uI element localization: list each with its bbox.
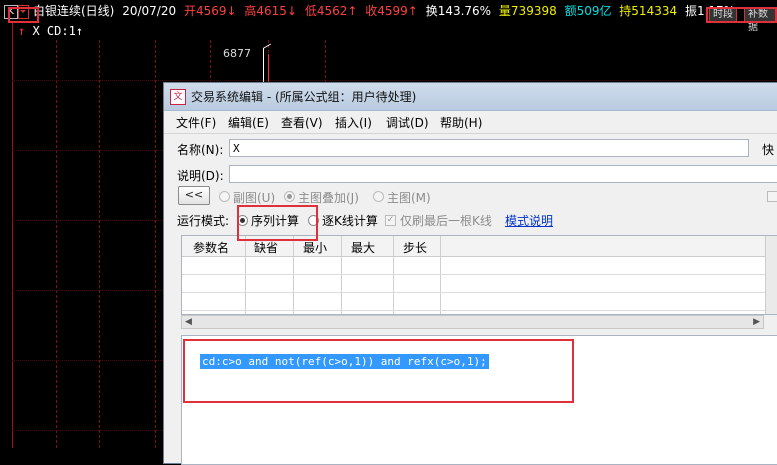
scroll-left-icon[interactable]: ◀	[185, 317, 192, 327]
horizontal-scrollbar[interactable]: ◀ ▶	[181, 315, 764, 329]
up-arrow-icon: ↑	[75, 24, 84, 38]
price-high-label: 6877	[223, 47, 251, 60]
radio-main-chart-label: 主图(M)	[387, 191, 431, 205]
radio-main-overlay-label: 主图叠加(J)	[298, 191, 359, 205]
radio-subchart-label: 副图(U)	[233, 191, 276, 205]
formula-editor-dialog: 文 交易系统编辑 - (所属公式组：用户待处理) 文件(F) 编辑(E) 查看(…	[163, 82, 777, 465]
quote-low: 低4562	[304, 4, 348, 18]
collapse-button[interactable]: <<	[178, 186, 210, 205]
name-input[interactable]: X	[229, 139, 749, 157]
quote-high: 高4615	[244, 4, 287, 18]
down-arrow-icon: ↓	[226, 4, 237, 18]
menu-help[interactable]: 帮助(H)	[440, 114, 482, 131]
scroll-right-icon[interactable]: ▶	[753, 317, 760, 327]
grid-line	[12, 80, 777, 81]
quote-close: 收4599	[365, 4, 408, 18]
radio-main-chart[interactable]	[373, 191, 384, 202]
quote-open: 开4569	[183, 4, 227, 18]
run-mode-label: 运行模式:	[177, 214, 230, 228]
column-header: 步长	[403, 241, 428, 255]
app-icon: 文	[170, 89, 186, 105]
grid-line	[99, 40, 100, 448]
annotation-box-code	[183, 339, 574, 403]
menu-insert[interactable]: 插入(I)	[335, 114, 372, 131]
annotation-box-run-mode	[237, 205, 318, 241]
menu-view[interactable]: 查看(V)	[281, 114, 323, 131]
grid-line	[56, 40, 57, 448]
mode-help-link[interactable]: 模式说明	[505, 212, 553, 229]
refresh-last-label: 仅刷最后一根K线	[400, 214, 492, 228]
divider	[164, 133, 777, 134]
radio-subchart[interactable]	[219, 191, 230, 202]
right-checkbox[interactable]	[767, 191, 777, 202]
instrument-name: 白银连续(日线)	[33, 4, 115, 18]
radio-per-bar-calc-label: 逐K线计算	[322, 214, 378, 228]
vertical-scrollbar[interactable]	[765, 236, 777, 314]
quote-amount: 额509亿	[564, 4, 612, 18]
chart-border	[12, 22, 13, 448]
quote-header: K 白银连续(日线) 20/07/20 开4569↓ 高4615↓ 低4562↑ …	[0, 0, 777, 22]
indicator-text: X CD:1	[32, 24, 76, 38]
up-arrow-icon: ↑	[18, 24, 26, 38]
quote-date: 20/07/20	[122, 4, 177, 18]
column-header: 缺省	[254, 241, 279, 255]
truncated-label: 快	[762, 143, 775, 157]
menu-debug[interactable]: 调试(D)	[386, 114, 429, 131]
quote-turnover: 换143.76%	[425, 4, 492, 18]
radio-main-overlay[interactable]	[284, 191, 295, 202]
up-arrow-icon: ↑	[407, 4, 418, 18]
annotation-box-buttons	[706, 7, 777, 23]
description-label: 说明(D):	[177, 169, 224, 183]
menu-edit[interactable]: 编辑(E)	[228, 114, 269, 131]
indicator-line: ↑ X CD:1↑	[18, 24, 83, 38]
parameter-table[interactable]: 参数名 缺省 最小 最大 步长	[181, 235, 777, 315]
column-header: 最大	[351, 241, 376, 255]
refresh-last-checkbox[interactable]: ✓	[385, 215, 396, 226]
column-header: 最小	[303, 241, 328, 255]
name-label: 名称(N):	[177, 143, 224, 157]
menu-file[interactable]: 文件(F)	[176, 114, 216, 131]
menu-bar: 文件(F) 编辑(E) 查看(V) 插入(I) 调试(D) 帮助(H)	[164, 111, 777, 133]
annotation-box-period	[8, 7, 39, 23]
down-arrow-icon: ↓	[286, 4, 297, 18]
column-header: 参数名	[193, 241, 230, 255]
dialog-titlebar[interactable]: 文 交易系统编辑 - (所属公式组：用户待处理)	[164, 83, 777, 111]
quote-position: 持514334	[619, 4, 678, 18]
grid-line	[155, 40, 156, 448]
up-arrow-icon: ↑	[347, 4, 358, 18]
description-input[interactable]	[229, 165, 777, 183]
dialog-title: 交易系统编辑 - (所属公式组：用户待处理)	[191, 90, 417, 104]
quote-volume: 量739398	[498, 4, 557, 18]
